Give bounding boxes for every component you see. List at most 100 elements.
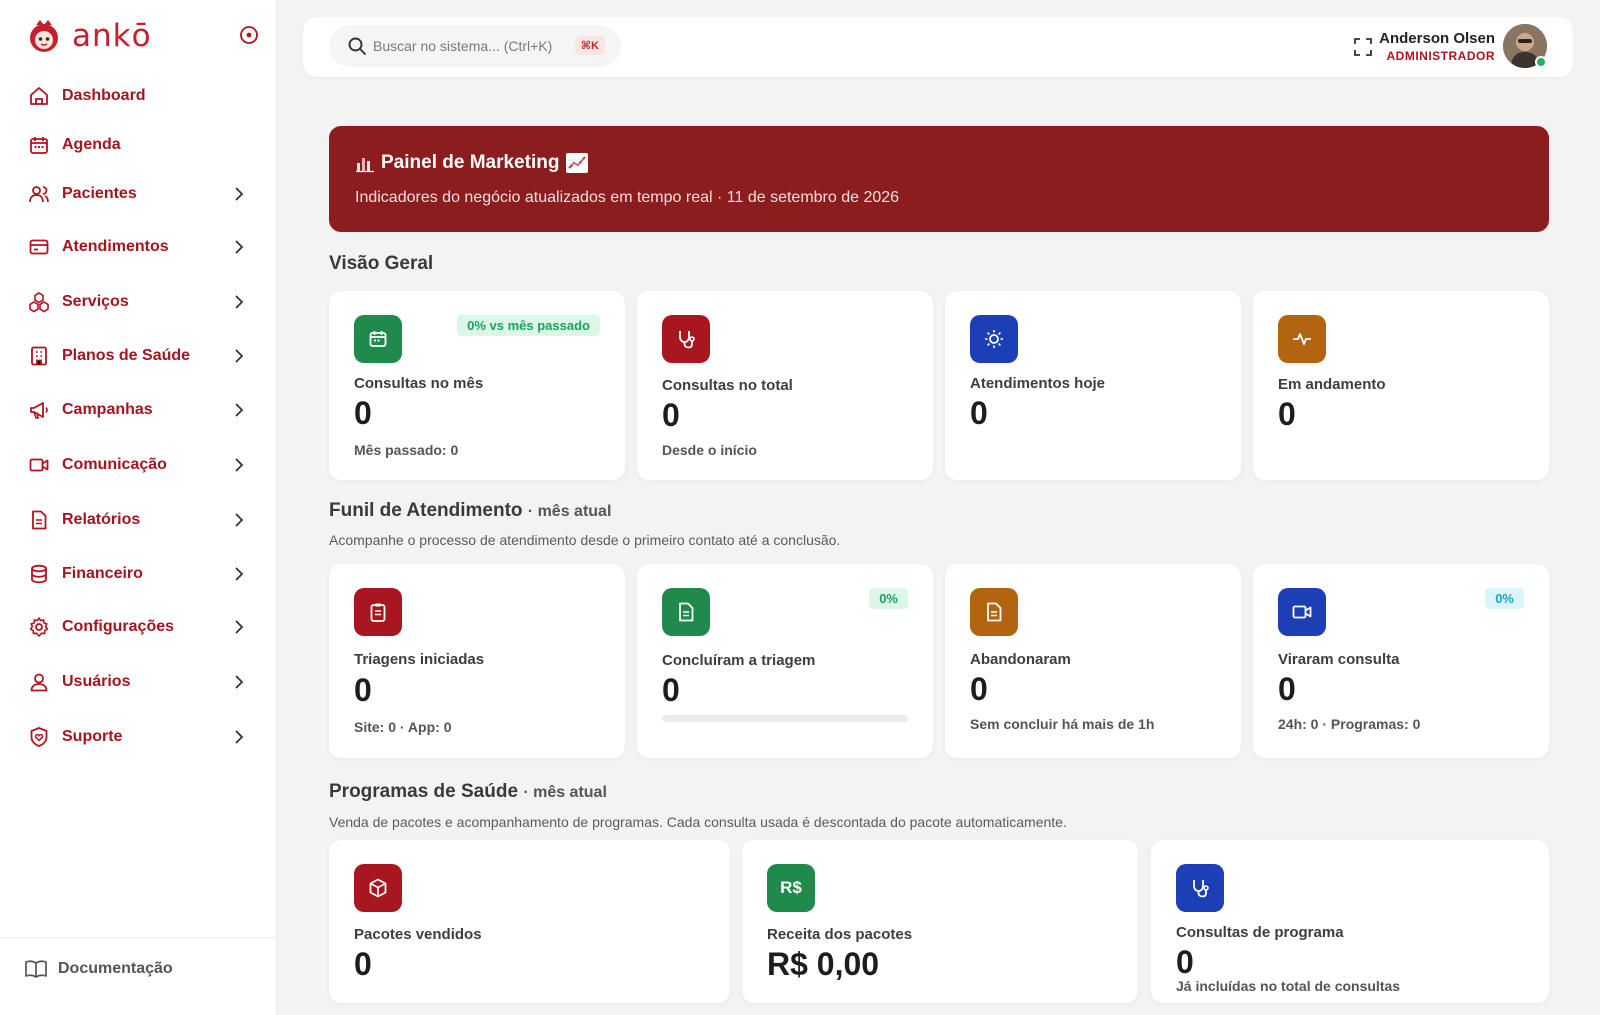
program-label: Consultas de programa	[1176, 924, 1344, 941]
sun-icon	[970, 315, 1018, 363]
stat-label: Atendimentos hoje	[970, 375, 1106, 392]
sidebar-item-configuracoes[interactable]: Configurações	[18, 605, 258, 649]
sidebar-item-label: Serviços	[62, 293, 129, 310]
percent-badge: 0%	[869, 588, 908, 609]
sidebar-item-label: Atendimentos	[62, 238, 169, 255]
card-icon	[26, 234, 52, 260]
sidebar-item-dashboard[interactable]: Dashboard	[18, 74, 258, 118]
user-info[interactable]: Anderson Olsen ADMINISTRADOR	[1379, 30, 1495, 63]
sidebar-toggle-icon[interactable]	[238, 24, 260, 46]
file-text-icon	[662, 588, 710, 636]
logo-text: ankō	[72, 18, 152, 54]
funnel-title-text: Funil de Atendimento	[329, 500, 523, 521]
box-icon	[354, 864, 402, 912]
chart-increasing-icon	[566, 153, 589, 173]
sidebar-item-label: Campanhas	[62, 401, 153, 418]
user-icon	[26, 669, 52, 695]
sidebar-item-label: Suporte	[62, 728, 123, 745]
stat-value: 0	[1278, 396, 1296, 432]
sidebar-item-atendimentos[interactable]: Atendimentos	[18, 225, 258, 269]
banner-title-text: Painel de Marketing	[381, 152, 560, 173]
chevron-right-icon	[235, 730, 244, 744]
documentation-link[interactable]: Documentação	[24, 958, 173, 980]
sidebar-item-pacientes[interactable]: Pacientes	[18, 172, 258, 216]
marketing-banner: Painel de Marketing Indicadores do negóc…	[329, 126, 1549, 232]
megaphone-icon	[26, 397, 52, 423]
program-card-receita-pacotes: R$ Receita dos pacotes R$ 0,00	[742, 840, 1138, 1003]
sidebar-item-agenda[interactable]: Agenda	[18, 123, 258, 167]
file-icon	[970, 588, 1018, 636]
sidebar-item-usuarios[interactable]: Usuários	[18, 660, 258, 704]
sidebar-item-label: Comunicação	[62, 456, 167, 473]
sidebar-item-campanhas[interactable]: Campanhas	[18, 388, 258, 432]
stat-label: Consultas no mês	[354, 375, 484, 392]
program-card-pacotes-vendidos: Pacotes vendidos 0	[329, 840, 730, 1003]
boxes-icon	[26, 289, 52, 315]
sidebar-item-label: Usuários	[62, 673, 131, 690]
sidebar-item-label: Dashboard	[62, 87, 146, 104]
funnel-value: 0	[354, 672, 372, 708]
user-role: ADMINISTRADOR	[1386, 49, 1495, 63]
program-value: R$ 0,00	[767, 946, 880, 982]
stat-sub: Mês passado: 0	[354, 442, 459, 458]
chevron-right-icon	[235, 403, 244, 417]
coins-icon	[26, 561, 52, 587]
funnel-label: Triagens iniciadas	[354, 651, 485, 668]
funnel-value: 0	[1278, 671, 1296, 707]
sidebar-item-label: Relatórios	[62, 511, 141, 528]
stat-card-em-andamento: Em andamento 0	[1253, 291, 1549, 480]
search-input[interactable]: Buscar no sistema... (Ctrl+K) ⌘K	[329, 25, 621, 67]
chevron-right-icon	[235, 187, 244, 201]
sidebar-item-planos-de-saude[interactable]: Planos de Saúde	[18, 334, 258, 378]
stat-value: 0	[354, 395, 372, 431]
shield-heart-icon	[26, 724, 52, 750]
user-name: Anderson Olsen	[1379, 30, 1495, 47]
stat-value: 0	[970, 395, 988, 431]
building-icon	[26, 343, 52, 369]
stat-card-consultas-total: Consultas no total 0 Desde o início	[637, 291, 933, 480]
sidebar-footer: Documentação	[0, 937, 277, 1015]
funnel-title-suffix: · mês atual	[527, 503, 612, 520]
logo[interactable]: ankō	[24, 14, 264, 58]
sidebar-item-comunicacao[interactable]: Comunicação	[18, 443, 258, 487]
sidebar-item-servicos[interactable]: Serviços	[18, 280, 258, 324]
fullscreen-icon[interactable]	[1353, 37, 1373, 57]
programs-description: Venda de pacotes e acompanhamento de pro…	[329, 814, 1067, 830]
program-sub: Já incluídas no total de consultas	[1176, 978, 1401, 994]
programs-title-text: Programas de Saúde	[329, 781, 519, 802]
stat-sub: Desde o início	[662, 442, 757, 458]
pulse-icon	[1278, 315, 1326, 363]
chevron-right-icon	[235, 458, 244, 472]
program-label: Pacotes vendidos	[354, 926, 482, 943]
search-placeholder: Buscar no sistema... (Ctrl+K)	[373, 38, 553, 54]
clipboard-icon	[354, 588, 402, 636]
program-label: Receita dos pacotes	[767, 926, 913, 943]
funnel-card-abandonaram: Abandonaram 0 Sem concluir há mais de 1h	[945, 564, 1241, 758]
stethoscope-icon	[662, 315, 710, 363]
programs-title-suffix: · mês atual	[523, 784, 607, 801]
calendar-icon	[354, 315, 402, 363]
sidebar-item-relatorios[interactable]: Relatórios	[18, 498, 258, 542]
currency-icon: R$	[767, 864, 815, 912]
funnel-card-viraram-consulta: 0% Viraram consulta 0 24h: 0 · Programas…	[1253, 564, 1549, 758]
sidebar: ankō Dashboard Agenda Pacientes Atendime…	[0, 0, 277, 1015]
banner-title: Painel de Marketing	[355, 152, 589, 174]
chevron-right-icon	[235, 675, 244, 689]
search-icon	[348, 37, 366, 55]
currency-icon-text: R$	[780, 878, 802, 897]
funnel-label: Abandonaram	[970, 651, 1071, 668]
topbar: Buscar no sistema... (Ctrl+K) ⌘K Anderso…	[303, 17, 1573, 77]
triage-progress-bar	[662, 715, 908, 722]
chevron-right-icon	[235, 620, 244, 634]
program-card-consultas-programa: Consultas de programa 0 Já incluídas no …	[1151, 840, 1549, 1003]
chevron-right-icon	[235, 567, 244, 581]
stat-card-atendimentos-hoje: Atendimentos hoje 0	[945, 291, 1241, 480]
sidebar-item-label: Configurações	[62, 618, 175, 635]
trend-badge: 0% vs mês passado	[457, 315, 600, 336]
programs-title: Programas de Saúde · mês atual	[329, 781, 607, 803]
funnel-sub: Sem concluir há mais de 1h	[970, 716, 1155, 732]
gear-icon	[26, 614, 52, 640]
sidebar-item-suporte[interactable]: Suporte	[18, 715, 258, 759]
sidebar-item-financeiro[interactable]: Financeiro	[18, 552, 258, 596]
stat-value: 0	[662, 397, 680, 433]
